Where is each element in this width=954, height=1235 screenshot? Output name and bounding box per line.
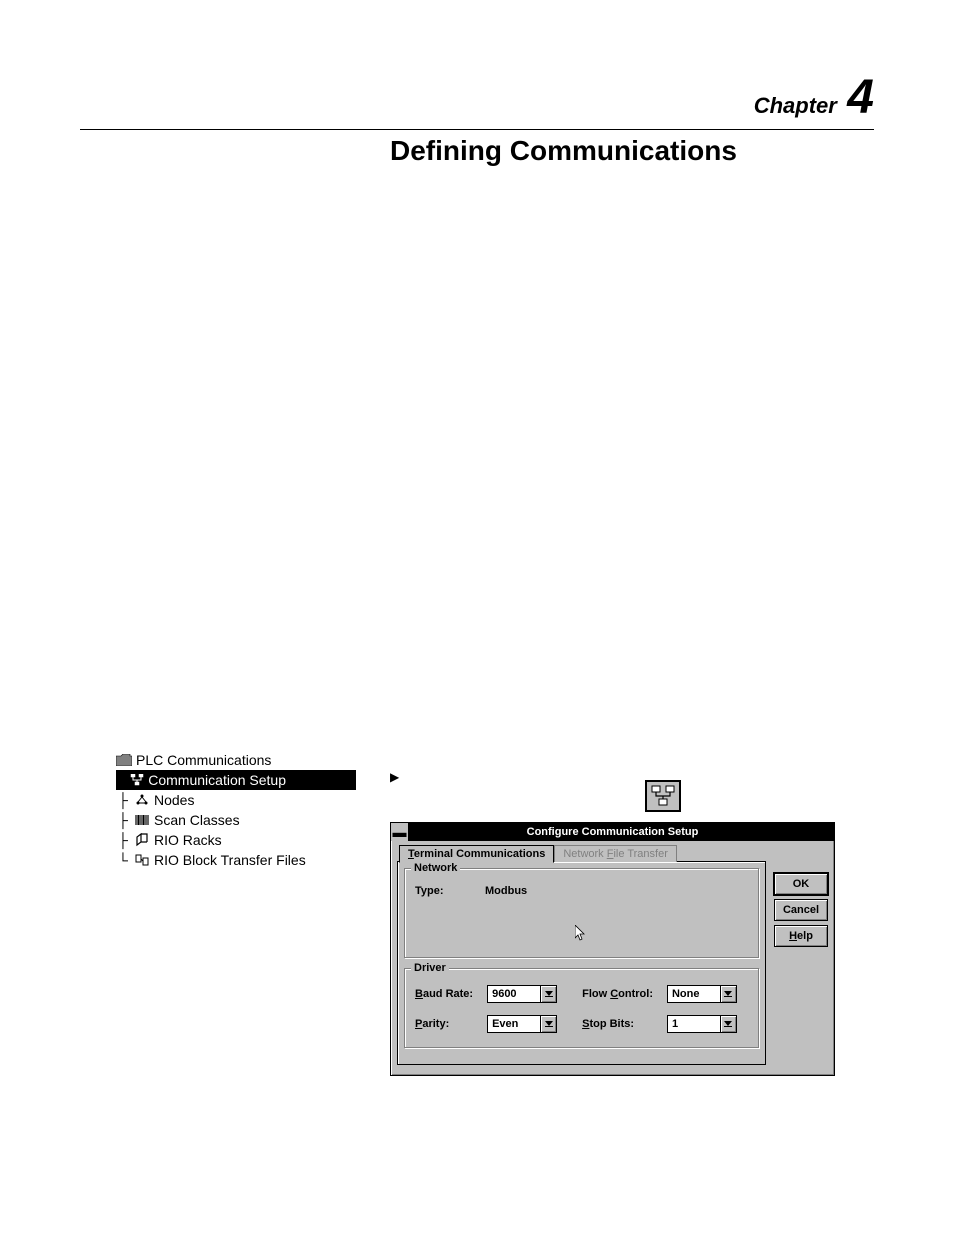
tab-strip: Terminal Communications Network File Tra…	[399, 845, 766, 862]
dialog-titlebar: ▬ Configure Communication Setup	[391, 823, 834, 841]
transfer-icon	[134, 853, 150, 867]
network-group: Network Type: Modbus	[404, 868, 759, 958]
pointer-arrow-icon: ▶	[390, 770, 399, 784]
tree-item-label: RIO Block Transfer Files	[154, 850, 306, 870]
dialog-title: Configure Communication Setup	[409, 826, 834, 838]
stop-bits-value: 1	[667, 1015, 721, 1033]
tree-branch-icon	[116, 770, 126, 790]
tab-label-active: erminal Communications	[414, 848, 545, 860]
chapter-number: 4	[847, 71, 874, 124]
driver-group-label: Driver	[411, 962, 449, 974]
dropdown-icon[interactable]	[541, 1015, 557, 1033]
tab-panel: Network Type: Modbus Driver Baud Rate: 9	[397, 861, 766, 1065]
button-column: OK Cancel Help	[774, 845, 828, 1065]
network-type-value: Modbus	[485, 885, 527, 897]
tree-item-label: Nodes	[154, 790, 194, 810]
tree-root[interactable]: PLC Communications	[116, 750, 356, 770]
tree-view: PLC Communications Communication Setup N…	[116, 750, 356, 870]
help-button[interactable]: Help	[774, 925, 828, 947]
dropdown-icon[interactable]	[541, 985, 557, 1003]
driver-group: Driver Baud Rate: 9600 Flow Control: Non…	[404, 968, 759, 1048]
configure-communication-dialog: ▬ Configure Communication Setup Terminal…	[390, 822, 835, 1076]
tree-root-label: PLC Communications	[136, 750, 271, 770]
chapter-label: Chapter	[754, 93, 837, 118]
parity-combo[interactable]: Even	[487, 1015, 568, 1033]
cancel-button[interactable]: Cancel	[774, 899, 828, 921]
page-title: Defining Communications	[390, 135, 737, 167]
folder-icon	[116, 753, 132, 767]
page-header: Chapter 4	[80, 70, 874, 130]
tree-branch-icon	[116, 810, 130, 830]
parity-value: Even	[487, 1015, 541, 1033]
network-type-label: Type:	[415, 885, 475, 897]
ok-button[interactable]: OK	[774, 873, 828, 895]
tree-item-label: Communication Setup	[148, 770, 286, 790]
tree-item-label: RIO Racks	[154, 830, 222, 850]
stop-bits-combo[interactable]: 1	[667, 1015, 748, 1033]
tree-item-rio-racks[interactable]: RIO Racks	[116, 830, 356, 850]
flow-control-combo[interactable]: None	[667, 985, 748, 1003]
cursor-icon	[575, 925, 589, 948]
tree-branch-icon	[116, 790, 130, 810]
dropdown-icon[interactable]	[721, 1015, 737, 1033]
system-menu-icon[interactable]: ▬	[391, 823, 409, 841]
stop-bits-label: Stop Bits:	[582, 1018, 653, 1030]
network-icon	[130, 773, 144, 787]
barcode-icon	[134, 813, 150, 827]
dropdown-icon[interactable]	[721, 985, 737, 1003]
rack-icon	[134, 833, 150, 847]
communication-setup-toolbar-button[interactable]	[645, 780, 681, 812]
tree-item-rio-block-transfer[interactable]: RIO Block Transfer Files	[116, 850, 356, 870]
tree-branch-icon	[116, 830, 130, 850]
flow-control-value: None	[667, 985, 721, 1003]
flow-control-label: Flow Control:	[582, 988, 653, 1000]
baud-rate-label: Baud Rate:	[415, 988, 473, 1000]
tab-terminal-communications[interactable]: Terminal Communications	[399, 845, 554, 863]
baud-rate-combo[interactable]: 9600	[487, 985, 568, 1003]
parity-label: Parity:	[415, 1018, 473, 1030]
tab-network-file-transfer[interactable]: Network File Transfer	[554, 845, 677, 862]
tree-item-label: Scan Classes	[154, 810, 240, 830]
tree-item-nodes[interactable]: Nodes	[116, 790, 356, 810]
nodes-icon	[134, 793, 150, 807]
tree-item-communication-setup[interactable]: Communication Setup	[116, 770, 356, 790]
baud-rate-value: 9600	[487, 985, 541, 1003]
tab-label-inactive: Network File Transfer	[563, 848, 668, 860]
tree-branch-icon	[116, 850, 130, 870]
network-icon	[650, 785, 676, 807]
network-group-label: Network	[411, 862, 460, 874]
tree-item-scan-classes[interactable]: Scan Classes	[116, 810, 356, 830]
